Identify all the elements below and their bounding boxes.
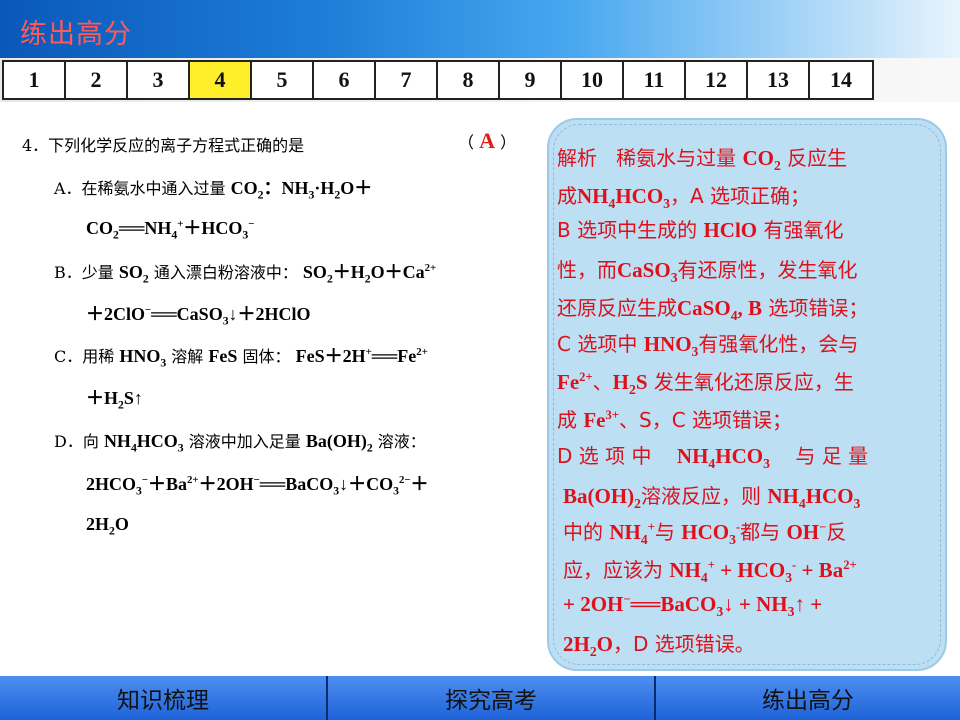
tab-3[interactable]: 3 xyxy=(128,62,190,98)
analysis-line-14: 2H2O，D 选项错误。 xyxy=(563,632,755,660)
analysis-label: 解析 xyxy=(557,146,597,170)
option-d-line2: 2HCO3−＋Ba2+＋2OH−══BaCO3↓＋CO32−＋ xyxy=(86,474,429,498)
page-title: 练出高分 xyxy=(20,19,132,50)
option-d-line1: D．向 NH4HCO3 溶液中加入足量 Ba(OH)2 溶液： xyxy=(54,431,426,455)
analysis-line-3: B 选项中生成的 HClO 有强氧化 xyxy=(557,218,844,242)
bottom-navigation: 知识梳理 探究高考 练出高分 xyxy=(0,676,960,720)
tab-6[interactable]: 6 xyxy=(314,62,376,98)
question-tabs: 1 2 3 4 5 6 7 8 9 10 11 12 13 14 xyxy=(2,60,874,100)
tab-7[interactable]: 7 xyxy=(376,62,438,98)
analysis-line-8: 成 Fe3+、S，C 选项错误； xyxy=(557,408,793,432)
tab-10[interactable]: 10 xyxy=(562,62,624,98)
analysis-line-10: Ba(OH)2溶液反应，则 NH4HCO3 xyxy=(563,484,861,512)
answer-box: （ A ） xyxy=(458,128,517,153)
tab-5[interactable]: 5 xyxy=(252,62,314,98)
analysis-line-12: 应，应该为 NH4+ + HCO3- + Ba2+ xyxy=(563,558,857,586)
option-b-line1: B．少量 SO2 通入漂白粉溶液中： SO2＋H2O＋Ca2+ xyxy=(54,262,437,286)
analysis-line-13: + 2OH−══BaCO3↓ + NH3↑ + xyxy=(563,592,823,620)
nav-practice[interactable]: 练出高分 xyxy=(656,676,960,720)
option-d-line3: 2H2O xyxy=(86,514,129,538)
analysis-line-6: C 选项中 HNO3有强氧化性，会与 xyxy=(557,332,859,360)
option-c-line1: C．用稀 HNO3 溶解 FeS 固体： FeS＋2H+══Fe2+ xyxy=(54,346,428,370)
analysis-line-5: 还原反应生成CaSO4, B 选项错误； xyxy=(557,296,869,324)
analysis-line-2: 成NH4HCO3，A 选项正确； xyxy=(557,184,811,212)
nav-knowledge-review[interactable]: 知识梳理 xyxy=(0,676,328,720)
question-tab-bar: 1 2 3 4 5 6 7 8 9 10 11 12 13 14 xyxy=(0,58,960,102)
title-bar: 练出高分 xyxy=(0,0,960,58)
analysis-line-1: 解析 稀氨水与过量 CO2 反应生 xyxy=(557,146,848,174)
tab-11[interactable]: 11 xyxy=(624,62,686,98)
tab-4[interactable]: 4 xyxy=(190,62,252,98)
question-stem: 4．下列化学反应的离子方程式正确的是 xyxy=(22,136,305,155)
tab-8[interactable]: 8 xyxy=(438,62,500,98)
analysis-line-4: 性，而CaSO3有还原性，发生氧化 xyxy=(557,258,858,286)
option-a-line2: CO2══NH4+＋HCO3− xyxy=(86,218,255,242)
tab-9[interactable]: 9 xyxy=(500,62,562,98)
nav-explore-exam[interactable]: 探究高考 xyxy=(328,676,656,720)
answer-letter: A xyxy=(479,128,495,153)
analysis-line-7: Fe2+、H2S 发生氧化还原反应，生 xyxy=(557,370,854,398)
tab-2[interactable]: 2 xyxy=(66,62,128,98)
tab-12[interactable]: 12 xyxy=(686,62,748,98)
tab-1[interactable]: 1 xyxy=(4,62,66,98)
option-c-line2: ＋H2S↑ xyxy=(86,388,143,412)
option-a-line1: A．在稀氨水中通入过量 CO2：NH3·H2O＋ xyxy=(54,178,373,202)
analysis-line-9: D 选 项 中 NH4HCO3 与 足 量 xyxy=(557,444,869,472)
analysis-line-11: 中的 NH4+与 HCO3-都与 OH−反 xyxy=(563,520,847,548)
option-b-line2: ＋2ClO−══CaSO3↓＋2HClO xyxy=(86,304,311,328)
tab-13[interactable]: 13 xyxy=(748,62,810,98)
tab-14[interactable]: 14 xyxy=(810,62,872,98)
